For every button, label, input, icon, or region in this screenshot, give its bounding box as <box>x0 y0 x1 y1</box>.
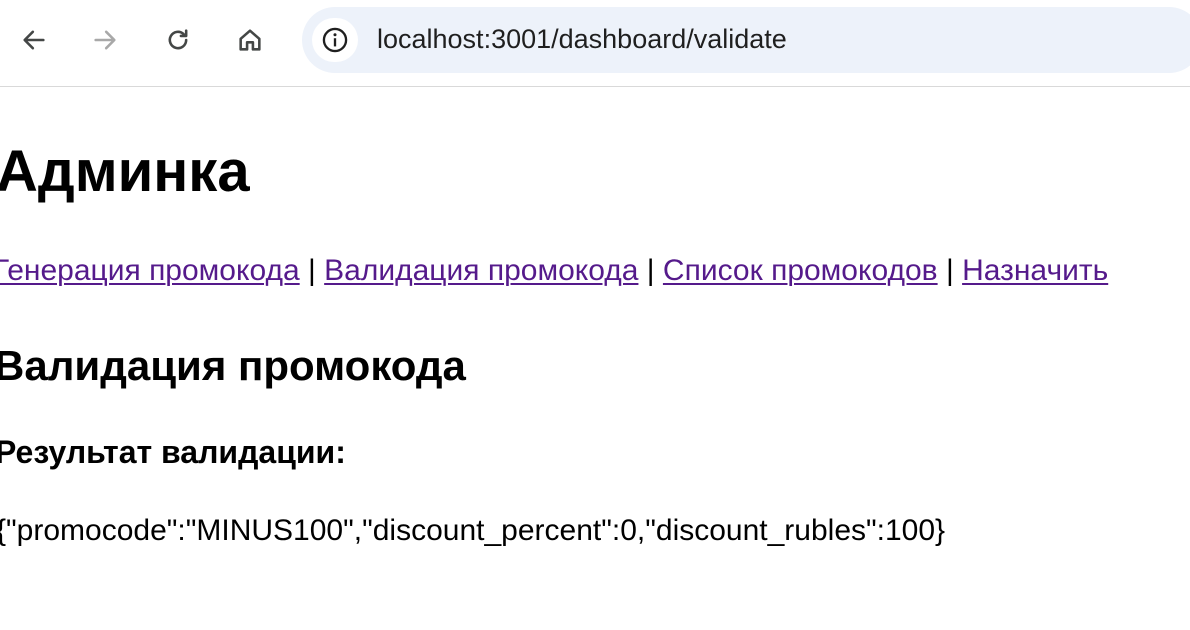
result-json: {"promocode":"MINUS100","discount_percen… <box>0 514 946 547</box>
browser-toolbar: localhost:3001/dashboard/validate <box>0 0 1190 87</box>
nav-separator: | <box>308 254 316 287</box>
back-arrow-icon <box>23 30 45 50</box>
address-bar[interactable]: localhost:3001/dashboard/validate <box>302 7 1190 73</box>
forward-arrow-icon <box>94 30 116 50</box>
nav-link-list[interactable]: Список промокодов <box>663 254 938 287</box>
admin-nav: Генерация промокода | Валидация промокод… <box>0 253 1108 289</box>
back-button[interactable] <box>14 20 54 60</box>
result-heading: Результат валидации: <box>0 434 346 470</box>
site-info-button[interactable] <box>312 18 358 62</box>
home-button[interactable] <box>230 20 270 60</box>
reload-button[interactable] <box>158 20 198 60</box>
section-title: Валидация промокода <box>0 342 466 389</box>
url-text: localhost:3001/dashboard/validate <box>377 24 787 54</box>
page-title: Админка <box>0 139 250 204</box>
nav-separator: | <box>646 254 655 287</box>
forward-button[interactable] <box>85 20 125 60</box>
nav-link-assign[interactable]: Назначить <box>962 254 1108 287</box>
nav-separator: | <box>945 254 954 287</box>
home-icon <box>239 29 261 51</box>
nav-link-validate[interactable]: Валидация промокода <box>324 254 638 287</box>
reload-icon <box>168 29 188 50</box>
nav-link-generate[interactable]: Генерация промокода <box>0 254 300 287</box>
page-content: Админка Генерация промокода | Валидация … <box>0 87 1190 630</box>
info-icon <box>322 27 348 53</box>
